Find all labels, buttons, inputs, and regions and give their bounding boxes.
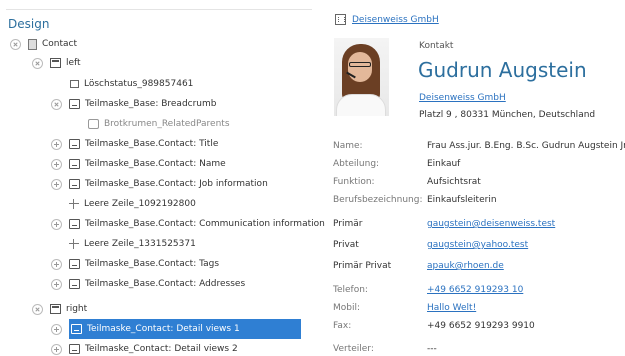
field-icon xyxy=(70,80,79,88)
field-label-fax: Fax: xyxy=(333,321,352,331)
tree-node-label: Teilmaske_Base.Contact: Tags xyxy=(85,259,220,269)
collapse-icon[interactable] xyxy=(32,57,43,69)
tree-node-job-mask[interactable]: Teilmaske_Base.Contact: Job information xyxy=(51,174,268,194)
field-label-distribution: Verteiler: xyxy=(333,344,374,354)
phone-link[interactable]: +49 6652 919293 10 xyxy=(427,285,523,295)
submask-icon xyxy=(71,324,82,334)
tree-node-label: Teilmaske_Base.Contact: Title xyxy=(85,139,219,149)
expand-icon[interactable] xyxy=(51,323,62,335)
expand-icon[interactable] xyxy=(51,218,62,230)
submask-icon xyxy=(69,139,80,149)
contact-form-icon xyxy=(28,38,37,50)
field-value-distribution: --- xyxy=(427,344,437,354)
field-label-email-private: Privat xyxy=(333,240,359,250)
submask-icon xyxy=(69,344,80,354)
tree-node-label: Teilmaske_Base.Contact: Job information xyxy=(85,179,268,189)
email-primary-private-link[interactable]: apauk@rhoen.de xyxy=(427,261,504,271)
tree-node-label: Teilmaske_Base.Contact: Name xyxy=(85,159,226,169)
field-label-job-title: Berufsbezeichnung: xyxy=(333,195,423,205)
tree-node-right[interactable]: right xyxy=(32,299,87,319)
tree-node-label: right xyxy=(66,304,88,314)
tree-node-detail-views-1[interactable]: Teilmaske_Contact: Detail views 1 xyxy=(51,319,307,339)
field-label-name: Name: xyxy=(333,141,363,151)
tree-node-left[interactable]: left xyxy=(32,53,81,73)
address: Platzl 9 , 80331 München, Deutschland xyxy=(419,110,596,120)
tree-node-tags-mask[interactable]: Teilmaske_Base.Contact: Tags xyxy=(51,254,219,274)
selected-node-highlight[interactable]: Teilmaske_Contact: Detail views 1 xyxy=(69,319,301,339)
tree-node-label: Löschstatus_989857461 xyxy=(84,79,194,89)
building-icon xyxy=(335,14,346,25)
company-header: Deisenweiss GmbH xyxy=(335,14,439,25)
email-primary-link[interactable]: gaugstein@deisenweiss.test xyxy=(427,219,555,229)
tree-node-label: Leere Zeile_1331525371 xyxy=(84,239,196,249)
tree-node-label: Leere Zeile_1092192800 xyxy=(84,199,196,209)
tree-node-breadcrumb-mask[interactable]: Teilmaske_Base: Breadcrumb xyxy=(51,94,217,114)
field-label-phone: Telefon: xyxy=(333,285,368,295)
submask-icon xyxy=(69,99,80,109)
expand-icon[interactable] xyxy=(51,278,62,290)
tree-node-title-mask[interactable]: Teilmaske_Base.Contact: Title xyxy=(51,134,218,154)
move-icon xyxy=(69,239,79,249)
tree-node-label: Brotkrumen_RelatedParents xyxy=(104,119,230,129)
container-icon xyxy=(50,58,61,68)
collapse-icon[interactable] xyxy=(51,98,62,110)
tree-node-label: Teilmaske_Base.Contact: Communication in… xyxy=(85,219,325,229)
expand-icon[interactable] xyxy=(51,343,62,355)
expand-icon[interactable] xyxy=(51,258,62,270)
submask-icon xyxy=(69,179,80,189)
tree-node-addresses-mask[interactable]: Teilmaske_Base.Contact: Addresses xyxy=(51,274,245,294)
field-value-name: Frau Ass.jur. B.Eng. B.Sc. Gudrun Augste… xyxy=(427,141,625,151)
tree-node-contact[interactable]: Contact xyxy=(10,34,77,54)
container-icon xyxy=(50,304,61,314)
design-tree-panel: Design Contact left Löschstatus_98985746… xyxy=(0,0,325,356)
field-label-function: Funktion: xyxy=(333,177,375,187)
submask-icon xyxy=(69,219,80,229)
company-link[interactable]: Deisenweiss GmbH xyxy=(419,93,506,103)
tree-node-empty-row[interactable]: Leere Zeile_1092192800 xyxy=(69,194,196,214)
company-header-link[interactable]: Deisenweiss GmbH xyxy=(352,15,439,25)
tree-node-name-mask[interactable]: Teilmaske_Base.Contact: Name xyxy=(51,154,226,174)
tree-node-label: Teilmaske_Contact: Detail views 1 xyxy=(87,324,240,334)
tree-node-loeschstatus[interactable]: Löschstatus_989857461 xyxy=(70,74,193,94)
expand-icon[interactable] xyxy=(51,178,62,190)
tree-node-label: left xyxy=(66,58,81,68)
design-title: Design xyxy=(8,17,50,31)
tree-node-label: Teilmaske_Contact: Detail views 2 xyxy=(85,344,238,354)
field-label-email-primary: Primär xyxy=(333,219,363,229)
tree-node-brotkrumen[interactable]: Brotkrumen_RelatedParents xyxy=(88,114,230,134)
tree-node-label: Contact xyxy=(42,39,78,49)
tree-node-detail-views-2[interactable]: Teilmaske_Contact: Detail views 2 xyxy=(51,339,238,356)
field-value-fax: +49 6652 919293 9910 xyxy=(427,321,535,331)
field-value-job-title: Einkaufsleiterin xyxy=(427,195,497,205)
submask-icon xyxy=(69,159,80,169)
tree-node-label: Teilmaske_Base.Contact: Addresses xyxy=(85,279,246,289)
contact-photo xyxy=(334,38,389,116)
move-icon xyxy=(69,199,79,209)
divider xyxy=(6,9,312,10)
field-label-email-primary-private: Primär Privat xyxy=(333,261,392,271)
relation-icon xyxy=(88,119,99,129)
expand-icon[interactable] xyxy=(51,158,62,170)
person-name: Gudrun Augstein xyxy=(418,58,587,82)
collapse-icon[interactable] xyxy=(32,303,43,315)
mobile-link[interactable]: Hallo Welt! xyxy=(427,303,476,313)
field-value-function: Aufsichtsrat xyxy=(427,177,481,187)
record-type-label: Kontakt xyxy=(419,41,454,51)
expand-icon[interactable] xyxy=(51,138,62,150)
tree-node-empty-row[interactable]: Leere Zeile_1331525371 xyxy=(69,234,196,254)
field-value-department: Einkauf xyxy=(427,159,461,169)
submask-icon xyxy=(69,259,80,269)
email-private-link[interactable]: gaugstein@yahoo.test xyxy=(427,240,528,250)
field-label-department: Abteilung: xyxy=(333,159,380,169)
collapse-icon[interactable] xyxy=(10,38,21,50)
field-label-mobile: Mobil: xyxy=(333,303,361,313)
tree-node-communication-mask[interactable]: Teilmaske_Base.Contact: Communication in… xyxy=(51,214,325,234)
submask-icon xyxy=(69,279,80,289)
tree-node-label: Teilmaske_Base: Breadcrumb xyxy=(85,99,217,109)
